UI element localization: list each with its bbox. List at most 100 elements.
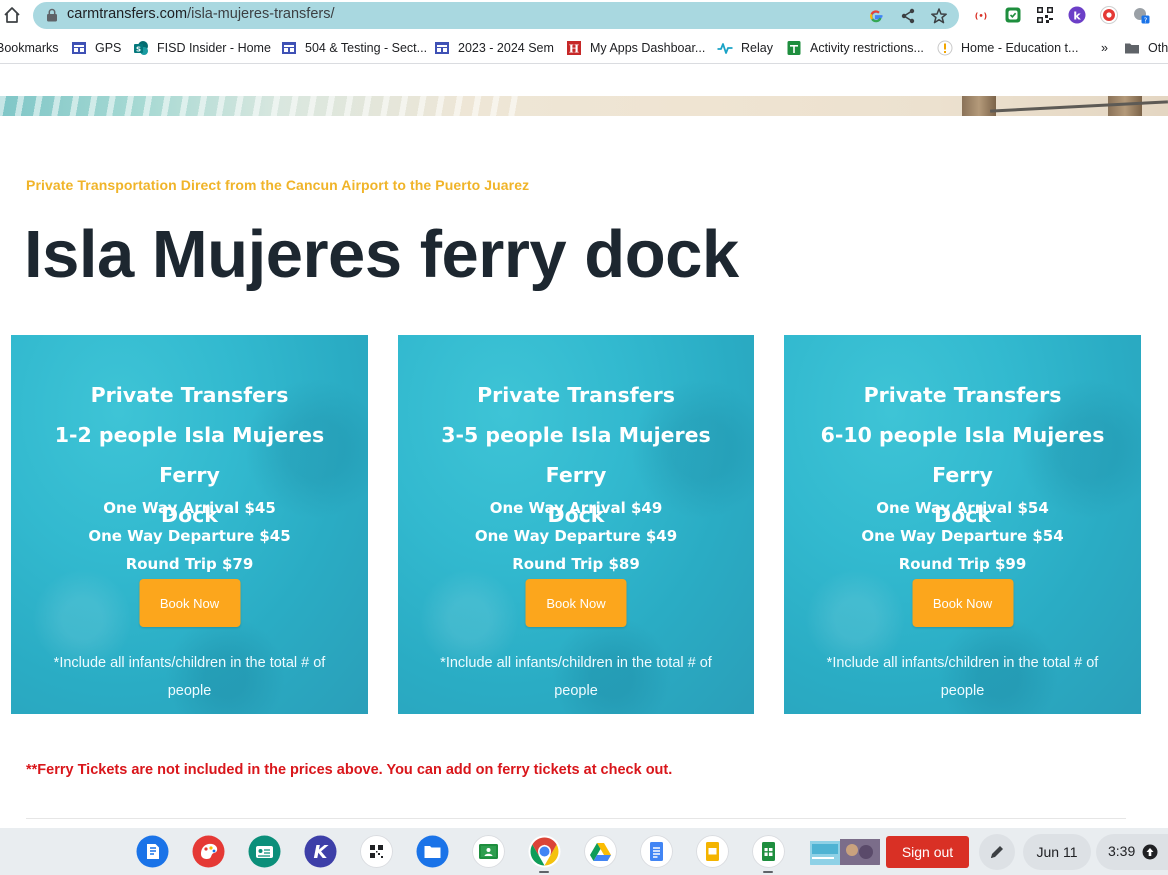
bookmark-star-icon[interactable]: [930, 7, 948, 25]
pen-icon: [991, 846, 1003, 858]
price-departure: One Way Departure $45: [88, 527, 291, 545]
relay-icon: [717, 43, 733, 54]
extension-puzzle-icon[interactable]: ?: [1132, 6, 1150, 24]
book-now-button[interactable]: Book Now: [912, 579, 1013, 627]
running-indicator: [539, 871, 549, 873]
qr-code-extension-icon[interactable]: [1036, 6, 1054, 24]
card-title-line: Private Transfers: [90, 383, 289, 407]
price-round-trip: Round Trip $99: [898, 555, 1027, 573]
sharepoint-icon: S: [134, 41, 148, 55]
svg-text:(•): (•): [975, 12, 987, 21]
drive-icon[interactable]: [584, 835, 617, 868]
lock-icon[interactable]: [45, 8, 59, 22]
url-host: carmtransfers.com: [67, 6, 188, 22]
home-icon[interactable]: [2, 5, 22, 25]
screencastify-icon[interactable]: [1004, 6, 1022, 24]
address-bar[interactable]: carmtransfers.com/isla-mujeres-transfers…: [33, 2, 959, 29]
bookmark-home-education[interactable]: Home - Education t...: [937, 39, 1078, 57]
price-arrival: One Way Arrival $49: [489, 499, 663, 517]
page-eyebrow: Private Transportation Direct from the C…: [26, 177, 530, 193]
system-shelf: K Sign out Jun 11 3:39: [0, 828, 1168, 875]
card-title-line: 1-2 people Isla Mujeres Ferry: [54, 423, 325, 487]
svg-text:S: S: [136, 46, 141, 54]
classroom-id-icon[interactable]: [248, 835, 281, 868]
content-divider: [26, 818, 1126, 819]
url-text[interactable]: carmtransfers.com/isla-mujeres-transfers…: [67, 6, 335, 22]
card-title-line: 6-10 people Isla Mujeres Ferry: [820, 423, 1105, 487]
warning-icon: [937, 40, 953, 56]
bookmark-label: Activity restrictions...: [810, 41, 924, 55]
bookmarks-overflow-button[interactable]: »: [1101, 39, 1108, 57]
window-preview-thumbnail[interactable]: [810, 835, 880, 868]
bookmark-bookmarks[interactable]: Bookmarks: [0, 39, 59, 57]
bookmark-label: Othe: [1148, 41, 1168, 55]
files-icon[interactable]: [416, 835, 449, 868]
google-lens-icon[interactable]: [867, 7, 885, 25]
bookmark-relay[interactable]: Relay: [717, 39, 773, 57]
site-icon: [435, 42, 449, 54]
ferry-tickets-note: **Ferry Tickets are not included in the …: [26, 762, 673, 778]
sheets-icon[interactable]: [752, 835, 785, 868]
price-arrival: One Way Arrival $54: [876, 499, 1049, 517]
share-icon[interactable]: [899, 7, 917, 25]
stylus-tools-button[interactable]: [979, 834, 1015, 870]
system-tray[interactable]: 3:39: [1096, 834, 1168, 870]
card-note: *Include all infants/children in the tot…: [440, 655, 712, 699]
running-indicator: [763, 871, 773, 873]
hero-beach-image: [0, 96, 1168, 116]
svg-text:?: ?: [1144, 16, 1148, 24]
bookmark-label: 2023 - 2024 Sem: [458, 41, 554, 55]
hero-wave: [0, 96, 520, 116]
hero-palm-trunk: [962, 96, 996, 116]
canvas-icon[interactable]: [192, 835, 225, 868]
kami-icon[interactable]: K: [304, 835, 337, 868]
browser-toolbar: carmtransfers.com/isla-mujeres-transfers…: [0, 0, 1168, 32]
price-round-trip: Round Trip $89: [512, 555, 640, 573]
svg-text:K: K: [314, 842, 330, 863]
pricing-card-6-10-people: Private Transfers 6-10 people Isla Mujer…: [784, 335, 1141, 714]
chrome-icon[interactable]: [528, 835, 561, 868]
kami-extension-icon[interactable]: k: [1068, 6, 1086, 24]
clock-time: 3:39: [1108, 843, 1136, 859]
pricing-card-1-2-people: Private Transfers 1-2 people Isla Mujere…: [11, 335, 368, 714]
red-circle-extension-icon[interactable]: [1100, 6, 1118, 24]
launcher-icon[interactable]: [136, 835, 169, 868]
docs-icon[interactable]: [640, 835, 673, 868]
bookmark-my-apps-dashboard[interactable]: H My Apps Dashboar...: [566, 39, 705, 57]
bookmark-label: FISD Insider - Home: [157, 41, 271, 55]
bookmark-gps[interactable]: GPS: [71, 39, 121, 57]
bookmark-504-testing[interactable]: 504 & Testing - Sect...: [281, 39, 427, 57]
bookmark-2023-2024-sem[interactable]: 2023 - 2024 Sem: [434, 39, 554, 57]
site-icon: [282, 42, 296, 54]
bookmark-fisd-insider[interactable]: S FISD Insider - Home: [133, 39, 271, 57]
book-now-button[interactable]: Book Now: [525, 579, 627, 627]
card-note: *Include all infants/children in the tot…: [53, 655, 326, 699]
book-now-button[interactable]: Book Now: [139, 579, 240, 627]
pricing-card-3-5-people: Private Transfers 3-5 people Isla Mujere…: [398, 335, 754, 714]
qr-icon[interactable]: [360, 835, 393, 868]
bookmark-label: Bookmarks: [0, 41, 59, 55]
bookmark-label: Home - Education t...: [961, 41, 1079, 55]
cast-extension-icon[interactable]: (•): [972, 6, 990, 24]
upload-status-icon: [1142, 844, 1158, 860]
date-tray[interactable]: Jun 11: [1023, 834, 1091, 870]
card-title-line: 3-5 people Isla Mujeres Ferry: [441, 423, 711, 487]
slides-icon[interactable]: [696, 835, 729, 868]
bookmark-label: »: [1101, 41, 1108, 55]
price-departure: One Way Departure $54: [861, 527, 1064, 545]
bookmarks-bar: Bookmarks GPS S FISD Insider - Home 504 …: [0, 32, 1168, 64]
bookmark-label: GPS: [95, 41, 122, 55]
card-note: *Include all infants/children in the tot…: [826, 655, 1099, 699]
bookmark-other[interactable]: Othe: [1124, 39, 1168, 57]
price-arrival: One Way Arrival $45: [103, 499, 276, 517]
sheets-icon: [787, 41, 801, 55]
svg-text:k: k: [1073, 9, 1081, 22]
url-path: /isla-mujeres-transfers/: [187, 6, 335, 22]
google-classroom-icon[interactable]: [472, 835, 505, 868]
folder-icon: [1125, 43, 1139, 54]
sign-out-button[interactable]: Sign out: [886, 836, 969, 868]
price-departure: One Way Departure $49: [474, 527, 678, 545]
page-title: Isla Mujeres ferry dock: [24, 217, 739, 292]
h-icon: H: [567, 41, 581, 56]
bookmark-activity-restrictions[interactable]: Activity restrictions...: [786, 39, 924, 57]
